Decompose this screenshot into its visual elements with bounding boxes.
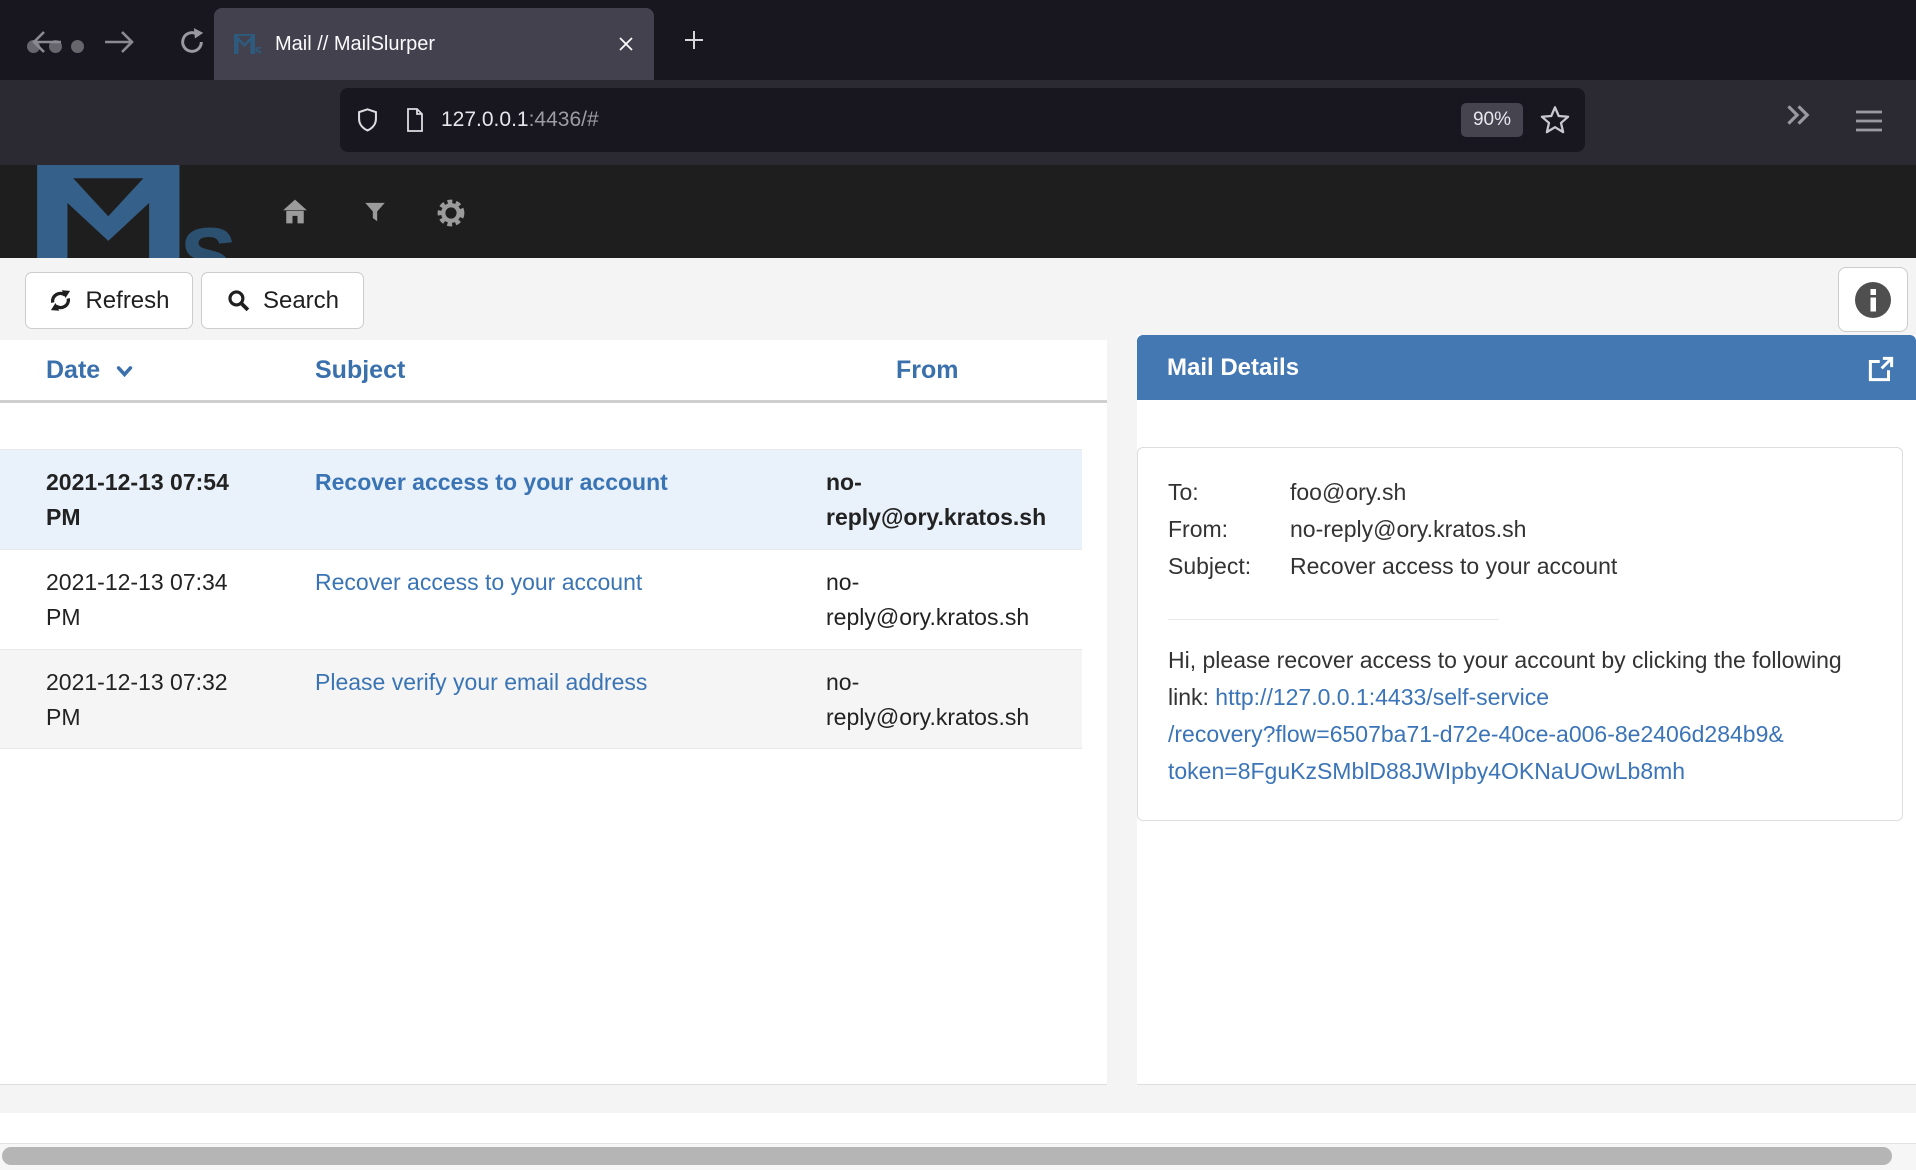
mail-date: 2021-12-13 07:54 PM	[0, 465, 266, 549]
recovery-link-line: http://127.0.0.1:4433/self-service	[1215, 684, 1549, 710]
divider	[1168, 619, 1499, 620]
mail-from: no-reply@ory.kratos.sh	[826, 465, 1056, 549]
mail-list-panel: Date Subject From 2021-12-13 07:54 PM Re…	[0, 340, 1107, 1085]
info-icon	[1853, 280, 1893, 320]
refresh-button-label: Refresh	[85, 287, 169, 315]
info-button[interactable]	[1838, 267, 1908, 332]
browser-tab[interactable]: s Mail // MailSlurper	[214, 8, 654, 80]
reload-icon[interactable]	[176, 26, 208, 58]
mail-date: 2021-12-13 07:32 PM	[0, 665, 266, 748]
back-icon[interactable]	[30, 26, 64, 58]
external-link-icon[interactable]	[1866, 354, 1896, 384]
svg-text:s: s	[178, 191, 232, 258]
bookmark-star-icon[interactable]	[1539, 104, 1571, 136]
mail-list-header: Date Subject From	[0, 340, 1107, 403]
search-button-label: Search	[263, 287, 339, 315]
mailslurper-logo: s	[32, 165, 232, 258]
mail-subject-link[interactable]: Recover access to your account	[315, 469, 668, 495]
sort-desc-icon	[115, 365, 134, 378]
mail-subject-link[interactable]: Please verify your email address	[315, 669, 647, 695]
refresh-icon	[48, 288, 73, 313]
refresh-button[interactable]: Refresh	[25, 272, 193, 329]
column-header-date[interactable]: Date	[0, 356, 266, 400]
mail-from: no-reply@ory.kratos.sh	[826, 565, 1056, 649]
field-value-to: foo@ory.sh	[1290, 474, 1872, 511]
mail-row[interactable]: 2021-12-13 07:54 PM Recover access to yo…	[0, 449, 1082, 549]
mail-details-title: Mail Details	[1137, 354, 1299, 382]
recovery-link-line: /recovery?flow=6507ba71-d72e-40ce-a006-8…	[1168, 716, 1874, 753]
mail-body: Hi, please recover access to your accoun…	[1168, 642, 1874, 790]
hamburger-menu-icon[interactable]	[1852, 108, 1886, 134]
settings-gear-icon[interactable]	[436, 198, 466, 228]
tab-title: Mail // MailSlurper	[275, 33, 608, 56]
bottom-strip	[0, 1113, 1916, 1143]
window-dot[interactable]	[71, 40, 84, 53]
field-value-from: no-reply@ory.kratos.sh	[1290, 511, 1872, 548]
mail-date: 2021-12-13 07:34 PM	[0, 565, 266, 649]
search-button[interactable]: Search	[201, 272, 364, 329]
shield-icon[interactable]	[354, 105, 381, 135]
field-value-subject: Recover access to your account	[1290, 548, 1872, 585]
recovery-link[interactable]: http://127.0.0.1:4433/self-service/recov…	[1168, 684, 1874, 790]
mail-details-header: Mail Details	[1137, 335, 1916, 400]
app-navbar: s	[0, 165, 1916, 258]
mail-details-card: To: foo@ory.sh From: no-reply@ory.kratos…	[1137, 447, 1903, 821]
field-label-subject: Subject:	[1168, 548, 1290, 585]
url-bar[interactable]: 127.0.0.1:4436/# 90%	[340, 88, 1585, 152]
horizontal-scrollbar-thumb[interactable]	[2, 1147, 1892, 1165]
tab-favicon: s	[234, 34, 261, 54]
recovery-link-line: token=8FguKzSMblD88JWIpby4OKNaUOwLb8mh	[1168, 753, 1874, 790]
column-header-from[interactable]: From	[826, 356, 1107, 400]
tab-close-icon[interactable]	[618, 36, 634, 52]
new-tab-icon[interactable]	[682, 28, 706, 52]
overflow-menu-icon[interactable]	[1782, 102, 1818, 128]
mail-subject-link[interactable]: Recover access to your account	[315, 569, 642, 595]
svg-text:s: s	[254, 41, 261, 54]
field-label-from: From:	[1168, 511, 1290, 548]
url-path: :4436/#	[529, 108, 599, 131]
zoom-level-badge[interactable]: 90%	[1461, 103, 1523, 137]
url-text[interactable]: 127.0.0.1:4436/#	[441, 108, 1461, 132]
field-label-to: To:	[1168, 474, 1290, 511]
mail-details-panel: Mail Details To: foo@ory.sh From: no-rep…	[1137, 335, 1916, 1085]
url-host: 127.0.0.1	[441, 108, 529, 131]
home-icon[interactable]	[280, 198, 310, 225]
mail-row[interactable]: 2021-12-13 07:34 PM Recover access to yo…	[0, 549, 1082, 649]
filter-icon[interactable]	[362, 198, 388, 225]
mail-from: no-reply@ory.kratos.sh	[826, 665, 1056, 748]
column-header-subject[interactable]: Subject	[266, 356, 826, 400]
page-info-icon[interactable]	[403, 106, 427, 134]
mail-row[interactable]: 2021-12-13 07:32 PM Please verify your e…	[0, 649, 1082, 749]
forward-icon[interactable]	[102, 26, 136, 58]
search-icon	[226, 288, 251, 313]
